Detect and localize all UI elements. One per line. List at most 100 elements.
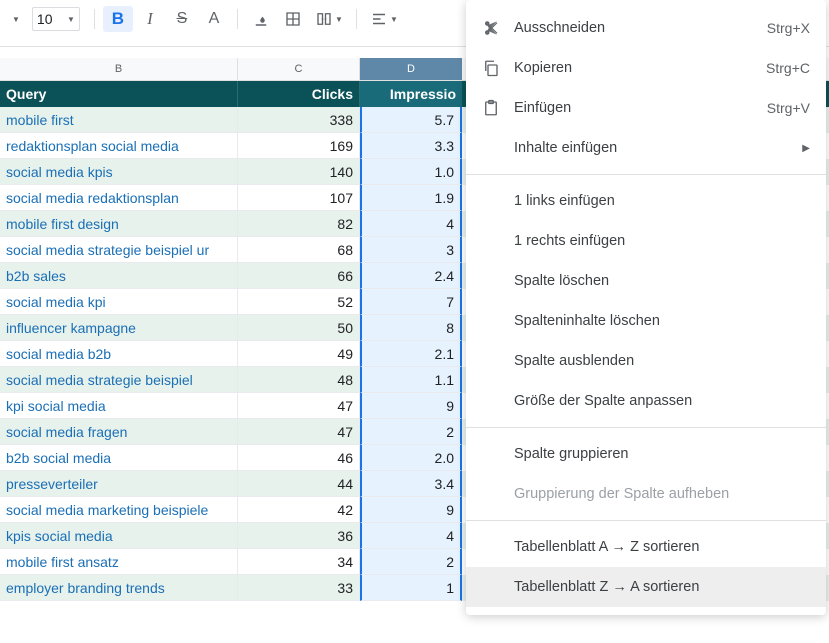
cell-clicks[interactable]: 169 — [238, 133, 360, 159]
cell-clicks[interactable]: 42 — [238, 497, 360, 523]
text-color-button[interactable]: A — [199, 6, 229, 32]
cell-query[interactable]: social media fragen — [0, 419, 238, 445]
cell-clicks[interactable]: 140 — [238, 159, 360, 185]
header-clicks[interactable]: Clicks — [238, 81, 360, 107]
cell-impressions[interactable]: 7 — [360, 289, 462, 315]
menu-insert-right[interactable]: 1 rechts einfügen — [466, 221, 826, 261]
font-family-dropdown[interactable]: ▼ — [4, 13, 24, 26]
cell-clicks[interactable]: 82 — [238, 211, 360, 237]
menu-group-col[interactable]: Spalte gruppieren — [466, 434, 826, 474]
menu-resize-col[interactable]: Größe der Spalte anpassen — [466, 381, 826, 421]
cell-impressions[interactable]: 8 — [360, 315, 462, 341]
italic-button[interactable]: I — [135, 6, 165, 32]
menu-separator — [466, 427, 826, 428]
context-menu: Ausschneiden Strg+X Kopieren Strg+C Einf… — [466, 0, 826, 615]
cell-impressions[interactable]: 1.9 — [360, 185, 462, 211]
cell-query[interactable]: mobile first design — [0, 211, 238, 237]
copy-icon — [482, 59, 514, 77]
menu-label: Tabellenblatt Z → A sortieren — [482, 579, 810, 595]
cell-impressions[interactable]: 5.7 — [360, 107, 462, 133]
menu-ungroup-col[interactable]: Gruppierung der Spalte aufheben — [466, 474, 826, 514]
cell-clicks[interactable]: 48 — [238, 367, 360, 393]
cell-clicks[interactable]: 68 — [238, 237, 360, 263]
header-impressions[interactable]: Impressio — [360, 81, 462, 107]
cell-query[interactable]: b2b social media — [0, 445, 238, 471]
col-header-b[interactable]: B — [0, 58, 238, 80]
cell-query[interactable]: mobile first — [0, 107, 238, 133]
cell-query[interactable]: employer branding trends — [0, 575, 238, 601]
cell-impressions[interactable]: 3 — [360, 237, 462, 263]
cell-clicks[interactable]: 46 — [238, 445, 360, 471]
menu-cut[interactable]: Ausschneiden Strg+X — [466, 8, 826, 48]
cell-query[interactable]: social media strategie beispiel — [0, 367, 238, 393]
cell-query[interactable]: social media strategie beispiel ur — [0, 237, 238, 263]
cell-impressions[interactable]: 1.1 — [360, 367, 462, 393]
cell-impressions[interactable]: 4 — [360, 523, 462, 549]
cell-clicks[interactable]: 47 — [238, 393, 360, 419]
menu-separator — [466, 174, 826, 175]
menu-label: Spalteninhalte löschen — [482, 313, 810, 329]
col-header-c[interactable]: C — [238, 58, 360, 80]
align-button[interactable]: ▼ — [365, 6, 403, 32]
borders-button[interactable] — [278, 6, 308, 32]
cell-impressions[interactable]: 1.0 — [360, 159, 462, 185]
font-size-value: 10 — [37, 11, 53, 27]
menu-label: Kopieren — [514, 60, 766, 76]
cell-clicks[interactable]: 36 — [238, 523, 360, 549]
cell-impressions[interactable]: 9 — [360, 393, 462, 419]
cell-clicks[interactable]: 52 — [238, 289, 360, 315]
menu-label: Größe der Spalte anpassen — [482, 393, 810, 409]
cell-impressions[interactable]: 2 — [360, 419, 462, 445]
menu-label: Gruppierung der Spalte aufheben — [482, 486, 810, 502]
cell-clicks[interactable]: 338 — [238, 107, 360, 133]
cell-impressions[interactable]: 3.4 — [360, 471, 462, 497]
header-query[interactable]: Query — [0, 81, 238, 107]
menu-label: 1 links einfügen — [482, 193, 810, 209]
cell-impressions[interactable]: 2 — [360, 549, 462, 575]
cell-impressions[interactable]: 3.3 — [360, 133, 462, 159]
cell-clicks[interactable]: 47 — [238, 419, 360, 445]
menu-paste-special[interactable]: Inhalte einfügen ▶ — [466, 128, 826, 168]
menu-hide-col[interactable]: Spalte ausblenden — [466, 341, 826, 381]
strikethrough-button[interactable]: S — [167, 6, 197, 32]
cell-impressions[interactable]: 9 — [360, 497, 462, 523]
col-header-d[interactable]: D — [360, 58, 462, 80]
menu-sort-az[interactable]: Tabellenblatt A → Z sortieren — [466, 527, 826, 567]
cell-query[interactable]: kpi social media — [0, 393, 238, 419]
cell-query[interactable]: presseverteiler — [0, 471, 238, 497]
menu-clear-col[interactable]: Spalteninhalte löschen — [466, 301, 826, 341]
cell-clicks[interactable]: 66 — [238, 263, 360, 289]
cell-query[interactable]: social media redaktionsplan — [0, 185, 238, 211]
menu-sort-za[interactable]: Tabellenblatt Z → A sortieren — [466, 567, 826, 607]
cell-clicks[interactable]: 33 — [238, 575, 360, 601]
cell-query[interactable]: influencer kampagne — [0, 315, 238, 341]
cell-query[interactable]: b2b sales — [0, 263, 238, 289]
cell-impressions[interactable]: 2.4 — [360, 263, 462, 289]
cell-query[interactable]: mobile first ansatz — [0, 549, 238, 575]
cell-clicks[interactable]: 34 — [238, 549, 360, 575]
shortcut: Strg+V — [767, 100, 810, 116]
cell-query[interactable]: redaktionsplan social media — [0, 133, 238, 159]
cell-query[interactable]: social media marketing beispiele — [0, 497, 238, 523]
menu-delete-col[interactable]: Spalte löschen — [466, 261, 826, 301]
cell-impressions[interactable]: 1 — [360, 575, 462, 601]
bold-button[interactable]: B — [103, 6, 133, 32]
cell-query[interactable]: social media kpi — [0, 289, 238, 315]
menu-insert-left[interactable]: 1 links einfügen — [466, 181, 826, 221]
cell-impressions[interactable]: 4 — [360, 211, 462, 237]
cell-clicks[interactable]: 107 — [238, 185, 360, 211]
menu-paste[interactable]: Einfügen Strg+V — [466, 88, 826, 128]
menu-label: Spalte ausblenden — [482, 353, 810, 369]
cell-clicks[interactable]: 50 — [238, 315, 360, 341]
fill-color-button[interactable] — [246, 6, 276, 32]
cell-impressions[interactable]: 2.1 — [360, 341, 462, 367]
cell-query[interactable]: social media kpis — [0, 159, 238, 185]
cell-query[interactable]: social media b2b — [0, 341, 238, 367]
merge-button[interactable]: ▼ — [310, 6, 348, 32]
cell-impressions[interactable]: 2.0 — [360, 445, 462, 471]
cell-clicks[interactable]: 49 — [238, 341, 360, 367]
cell-clicks[interactable]: 44 — [238, 471, 360, 497]
font-size-input[interactable]: 10▼ — [32, 7, 80, 31]
menu-copy[interactable]: Kopieren Strg+C — [466, 48, 826, 88]
cell-query[interactable]: kpis social media — [0, 523, 238, 549]
